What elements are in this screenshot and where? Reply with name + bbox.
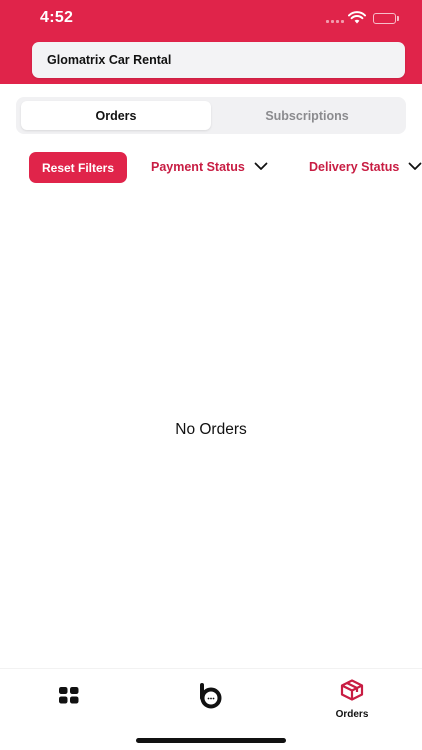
status-bar: 4:52: [0, 0, 422, 38]
battery-icon: [373, 13, 396, 24]
reset-filters-button[interactable]: Reset Filters: [29, 152, 127, 183]
store-name: Glomatrix Car Rental: [47, 53, 172, 67]
tab-brand[interactable]: [198, 683, 224, 714]
delivery-status-label: Delivery Status: [309, 160, 400, 174]
brand-logo-icon: [198, 683, 224, 714]
filter-bar: Reset Filters Payment Status Delivery St…: [0, 152, 422, 184]
tab-dashboard[interactable]: [58, 686, 80, 710]
chevron-down-icon: [408, 160, 422, 174]
cellular-signal-icon: [326, 20, 344, 23]
wifi-icon: [348, 11, 366, 29]
payment-status-label: Payment Status: [151, 160, 245, 174]
battery-cap: [397, 16, 399, 21]
delivery-status-dropdown[interactable]: Delivery Status: [309, 160, 422, 174]
tab-orders-label: Orders: [335, 709, 369, 720]
status-time: 4:52: [40, 9, 74, 26]
tab-orders-segment[interactable]: Orders: [21, 101, 211, 130]
store-selector[interactable]: Glomatrix Car Rental: [32, 42, 405, 78]
empty-state-message: No Orders: [175, 421, 247, 438]
tab-subscriptions-segment[interactable]: Subscriptions: [212, 101, 402, 130]
orders-segmented-control: Orders Subscriptions: [16, 97, 406, 134]
chevron-down-icon: [254, 160, 268, 174]
package-box-icon: [340, 679, 364, 706]
home-indicator[interactable]: [136, 738, 286, 743]
tab-orders[interactable]: Orders: [326, 679, 378, 720]
app-header: 4:52 Glomatrix Car Rental: [0, 0, 422, 84]
grid-icon: [58, 686, 80, 710]
payment-status-dropdown[interactable]: Payment Status: [151, 160, 268, 174]
